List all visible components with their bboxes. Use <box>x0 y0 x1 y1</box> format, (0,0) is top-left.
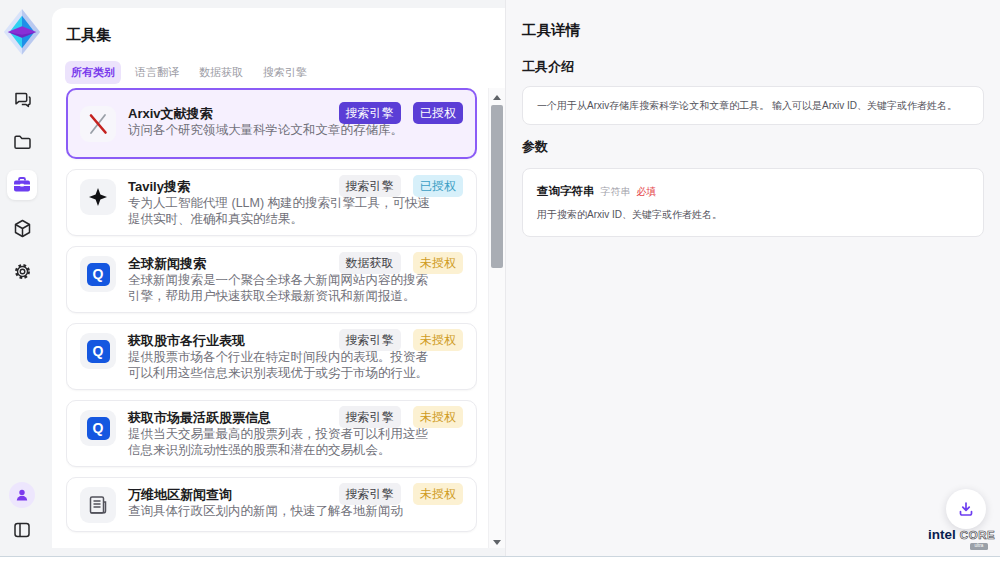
core-wordmark: CORE <box>960 529 996 541</box>
intro-heading: 工具介绍 <box>522 58 984 76</box>
sidebar-item-settings[interactable] <box>7 256 37 286</box>
news-app-logo: Q <box>80 256 116 292</box>
intel-wordmark: intel <box>928 527 956 542</box>
news-app-logo: Q <box>80 333 116 369</box>
tab-search-engine[interactable]: 搜索引擎 <box>257 61 313 84</box>
auth-badge: 未授权 <box>413 329 463 351</box>
tool-list: Arxiv文献搜索 搜索引擎 已授权 访问各个研究领域大量科学论文和文章的存储库… <box>66 88 477 548</box>
tool-card-stock-sectors[interactable]: Q 获取股市各行业表现 搜索引擎 未授权 提供股票市场各个行业在特定时间段内的表… <box>66 323 477 390</box>
tool-description: 专为人工智能代理 (LLM) 构建的搜索引擎工具，可快速提供实时、准确和真实的结… <box>128 196 434 227</box>
ultra-badge: ultra <box>970 543 988 550</box>
download-button[interactable] <box>946 489 986 529</box>
chat-icon <box>12 89 33 110</box>
tool-detail-panel: 工具详情 工具介绍 一个用于从Arxiv存储库搜索科学论文和文章的工具。 输入可… <box>505 0 1000 557</box>
sidebar <box>0 0 52 557</box>
tab-data-fetching[interactable]: 数据获取 <box>193 61 249 84</box>
briefcase-icon <box>12 175 32 195</box>
category-badge: 数据获取 <box>339 252 401 274</box>
intro-text: 一个用于从Arxiv存储库搜索科学论文和文章的工具。 输入可以是Arxiv ID… <box>537 99 969 112</box>
user-icon <box>14 487 30 503</box>
tool-card-arxiv[interactable]: Arxiv文献搜索 搜索引擎 已授权 访问各个研究领域大量科学论文和文章的存储库… <box>66 88 477 159</box>
intel-core-logo: intel CORE ultra <box>928 527 990 550</box>
category-badge: 搜索引擎 <box>339 329 401 351</box>
auth-badge: 已授权 <box>413 175 463 197</box>
list-scrollbar[interactable] <box>488 88 505 548</box>
toolset-panel: 工具集 所有类别 语言翻译 数据获取 搜索引擎 Arxiv文献搜索 搜索引擎 <box>52 8 505 548</box>
window-bottom-strip <box>0 557 1000 562</box>
category-badge: 搜索引擎 <box>339 102 401 124</box>
tool-description: 查询具体行政区划内的新闻，快速了解各地新闻动 <box>128 504 434 520</box>
category-badge: 搜索引擎 <box>339 406 401 428</box>
auth-badge: 未授权 <box>413 252 463 274</box>
tool-card-regional-news[interactable]: 万维地区新闻查询 搜索引擎 未授权 查询具体行政区划内的新闻，快速了解各地新闻动 <box>66 477 477 532</box>
tool-description: 提供当天交易量最高的股票列表，投资者可以利用这些信息来识别流动性强的股票和潜在的… <box>128 427 434 458</box>
category-badge: 搜索引擎 <box>339 175 401 197</box>
params-heading: 参数 <box>522 138 984 156</box>
panel-icon <box>12 520 32 540</box>
tab-language-translation[interactable]: 语言翻译 <box>129 61 185 84</box>
toolset-title: 工具集 <box>66 26 111 45</box>
tab-all-categories[interactable]: 所有类别 <box>65 61 121 84</box>
sidebar-item-packages[interactable] <box>7 213 37 243</box>
param-type: 字符串 <box>601 185 631 199</box>
scroll-up-arrow[interactable] <box>493 95 501 100</box>
detail-title: 工具详情 <box>522 21 984 40</box>
tool-card-global-news[interactable]: Q 全球新闻搜索 数据获取 未授权 全球新闻搜索是一个聚合全球各大新闻网站内容的… <box>66 246 477 313</box>
sidebar-item-panel-toggle[interactable] <box>7 515 37 545</box>
news-app-logo: Q <box>80 410 116 446</box>
scrollbar-thumb[interactable] <box>491 105 503 268</box>
gear-icon <box>12 261 33 282</box>
tool-card-active-stocks[interactable]: Q 获取市场最活跃股票信息 搜索引擎 未授权 提供当天交易量最高的股票列表，投资… <box>66 400 477 467</box>
folder-icon <box>12 132 33 153</box>
category-badge: 搜索引擎 <box>339 483 401 505</box>
download-icon <box>957 500 975 518</box>
auth-badge: 已授权 <box>413 102 463 124</box>
arxiv-logo <box>80 106 116 142</box>
sidebar-item-files[interactable] <box>7 127 37 157</box>
cube-icon <box>12 218 33 239</box>
param-box: 查询字符串 字符串 必填 用于搜索的Arxiv ID、关键字或作者姓名。 <box>522 168 984 237</box>
param-name: 查询字符串 <box>537 184 595 199</box>
user-avatar[interactable] <box>9 482 35 508</box>
tool-card-tavily[interactable]: Tavily搜索 搜索引擎 已授权 专为人工智能代理 (LLM) 构建的搜索引擎… <box>66 169 477 236</box>
auth-badge: 未授权 <box>413 483 463 505</box>
document-icon <box>80 487 116 523</box>
intro-box: 一个用于从Arxiv存储库搜索科学论文和文章的工具。 输入可以是Arxiv ID… <box>522 86 984 125</box>
param-description: 用于搜索的Arxiv ID、关键字或作者姓名。 <box>537 208 969 222</box>
sidebar-item-chat[interactable] <box>7 84 37 114</box>
app-logo <box>1 7 43 55</box>
tool-description: 访问各个研究领域大量科学论文和文章的存储库。 <box>128 123 434 139</box>
tool-description: 全球新闻搜索是一个聚合全球各大新闻网站内容的搜索引擎，帮助用户快速获取全球最新资… <box>128 273 434 304</box>
tavily-logo <box>80 179 116 215</box>
app-window: 工具集 所有类别 语言翻译 数据获取 搜索引擎 Arxiv文献搜索 搜索引擎 <box>0 0 1000 557</box>
param-required-flag: 必填 <box>637 185 657 199</box>
sidebar-item-tools[interactable] <box>7 170 37 200</box>
scroll-down-arrow[interactable] <box>493 540 501 545</box>
auth-badge: 未授权 <box>413 406 463 428</box>
tool-description: 提供股票市场各个行业在特定时间段内的表现。投资者可以利用这些信息来识别表现优于或… <box>128 350 434 381</box>
category-tabs: 所有类别 语言翻译 数据获取 搜索引擎 <box>65 61 313 84</box>
